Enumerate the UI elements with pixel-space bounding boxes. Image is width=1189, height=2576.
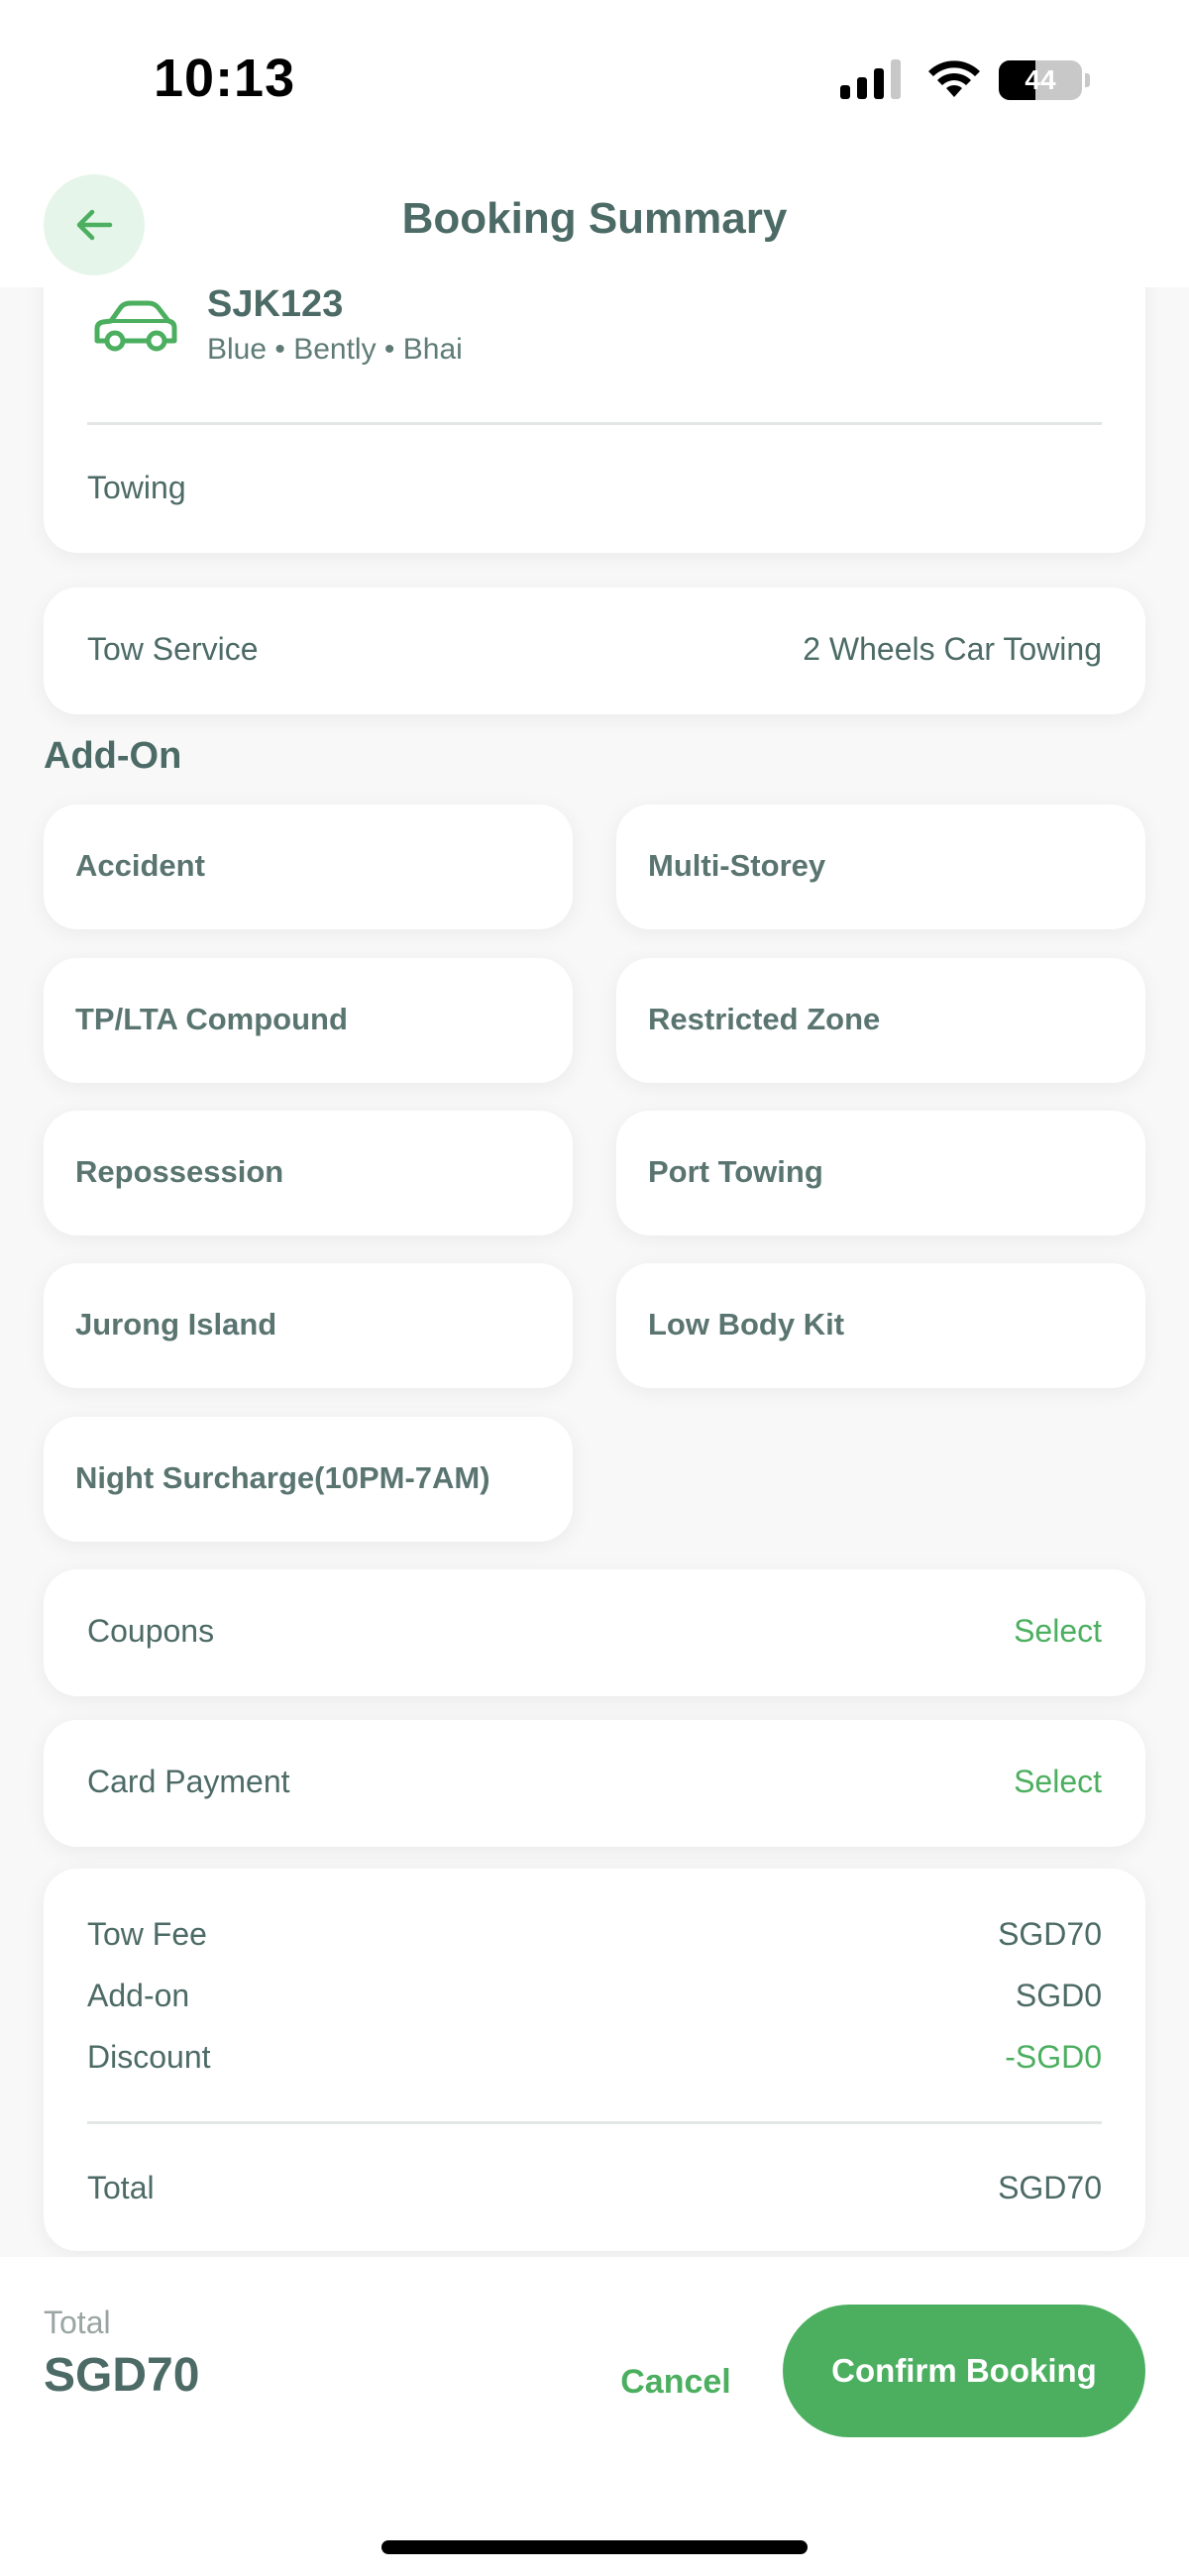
card-payment-row[interactable]: Card Payment Select bbox=[44, 1720, 1145, 1847]
addon-fee-value: SGD0 bbox=[1015, 1978, 1102, 2013]
addon-port-towing[interactable]: Port Towing bbox=[616, 1111, 1145, 1235]
page-title: Booking Summary bbox=[401, 194, 788, 243]
addon-label: Restricted Zone bbox=[648, 1002, 881, 1036]
card-payment-label: Card Payment bbox=[87, 1764, 290, 1799]
addon-repossession[interactable]: Repossession bbox=[44, 1111, 573, 1235]
battery-tip bbox=[1085, 73, 1090, 87]
footer-total-caption: Total bbox=[44, 2305, 111, 2340]
addon-label: Multi-Storey bbox=[648, 848, 826, 883]
addon-fee-label: Add-on bbox=[87, 1978, 190, 2013]
divider bbox=[87, 2121, 1102, 2124]
card-payment-select-link[interactable]: Select bbox=[1014, 1764, 1102, 1800]
addon-label: Jurong Island bbox=[75, 1307, 277, 1342]
total-value: SGD70 bbox=[998, 2170, 1102, 2205]
coupons-label: Coupons bbox=[87, 1613, 215, 1649]
vehicle-plate: SJK123 bbox=[207, 283, 344, 325]
status-bar: 10:13 44 bbox=[0, 0, 1189, 159]
home-indicator[interactable] bbox=[381, 2540, 808, 2554]
battery-icon: 44 bbox=[999, 60, 1082, 100]
service-type: Towing bbox=[87, 470, 186, 505]
coupons-select-link[interactable]: Select bbox=[1014, 1613, 1102, 1650]
status-time: 10:13 bbox=[154, 49, 296, 108]
addon-section-title: Add-On bbox=[44, 735, 182, 777]
discount-value: -SGD0 bbox=[1005, 2039, 1102, 2075]
vehicle-description: Blue • Bently • Bhai bbox=[207, 333, 463, 366]
addon-low-body-kit[interactable]: Low Body Kit bbox=[616, 1263, 1145, 1388]
tow-fee-label: Tow Fee bbox=[87, 1916, 207, 1952]
addon-label: Port Towing bbox=[648, 1154, 823, 1189]
coupons-row[interactable]: Coupons Select bbox=[44, 1569, 1145, 1696]
tow-fee-row: Tow Fee SGD70 bbox=[87, 1916, 1102, 1956]
battery-level: 44 bbox=[1025, 64, 1056, 95]
divider bbox=[87, 422, 1102, 425]
tow-fee-value: SGD70 bbox=[998, 1916, 1102, 1952]
addon-night-surcharge[interactable]: Night Surcharge(10PM-7AM) bbox=[44, 1417, 573, 1542]
cancel-button[interactable]: Cancel bbox=[614, 2352, 737, 2412]
addon-jurong-island[interactable]: Jurong Island bbox=[44, 1263, 573, 1388]
vehicle-card: SJK123 Blue • Bently • Bhai Towing bbox=[44, 248, 1145, 553]
addon-accident[interactable]: Accident bbox=[44, 805, 573, 929]
tow-service-value: 2 Wheels Car Towing bbox=[803, 631, 1102, 667]
signal-icon bbox=[840, 59, 901, 99]
addon-label: TP/LTA Compound bbox=[75, 1002, 348, 1036]
footer-total-amount: SGD70 bbox=[44, 2349, 200, 2402]
confirm-booking-button[interactable]: Confirm Booking bbox=[783, 2305, 1145, 2437]
addon-label: Night Surcharge(10PM-7AM) bbox=[75, 1460, 490, 1495]
addon-multi-storey[interactable]: Multi-Storey bbox=[616, 805, 1145, 929]
addon-label: Low Body Kit bbox=[648, 1307, 845, 1342]
addon-label: Repossession bbox=[75, 1154, 284, 1189]
addon-label: Accident bbox=[75, 848, 205, 883]
addon-tp-lta-compound[interactable]: TP/LTA Compound bbox=[44, 958, 573, 1083]
discount-label: Discount bbox=[87, 2039, 211, 2075]
car-icon bbox=[94, 300, 177, 352]
total-label: Total bbox=[87, 2170, 155, 2205]
addon-restricted-zone[interactable]: Restricted Zone bbox=[616, 958, 1145, 1083]
tow-service-row: Tow Service 2 Wheels Car Towing bbox=[44, 588, 1145, 714]
tow-service-label: Tow Service bbox=[87, 631, 259, 667]
fees-summary-card: Tow Fee SGD70 Add-on SGD0 Discount -SGD0… bbox=[44, 1869, 1145, 2251]
bottom-action-bar: Total SGD70 Cancel Confirm Booking bbox=[0, 2257, 1189, 2576]
addon-fee-row: Add-on SGD0 bbox=[87, 1978, 1102, 2017]
wifi-icon bbox=[928, 60, 980, 97]
total-row: Total SGD70 bbox=[87, 2170, 1102, 2209]
header: Booking Summary bbox=[0, 159, 1189, 287]
discount-row: Discount -SGD0 bbox=[87, 2039, 1102, 2079]
